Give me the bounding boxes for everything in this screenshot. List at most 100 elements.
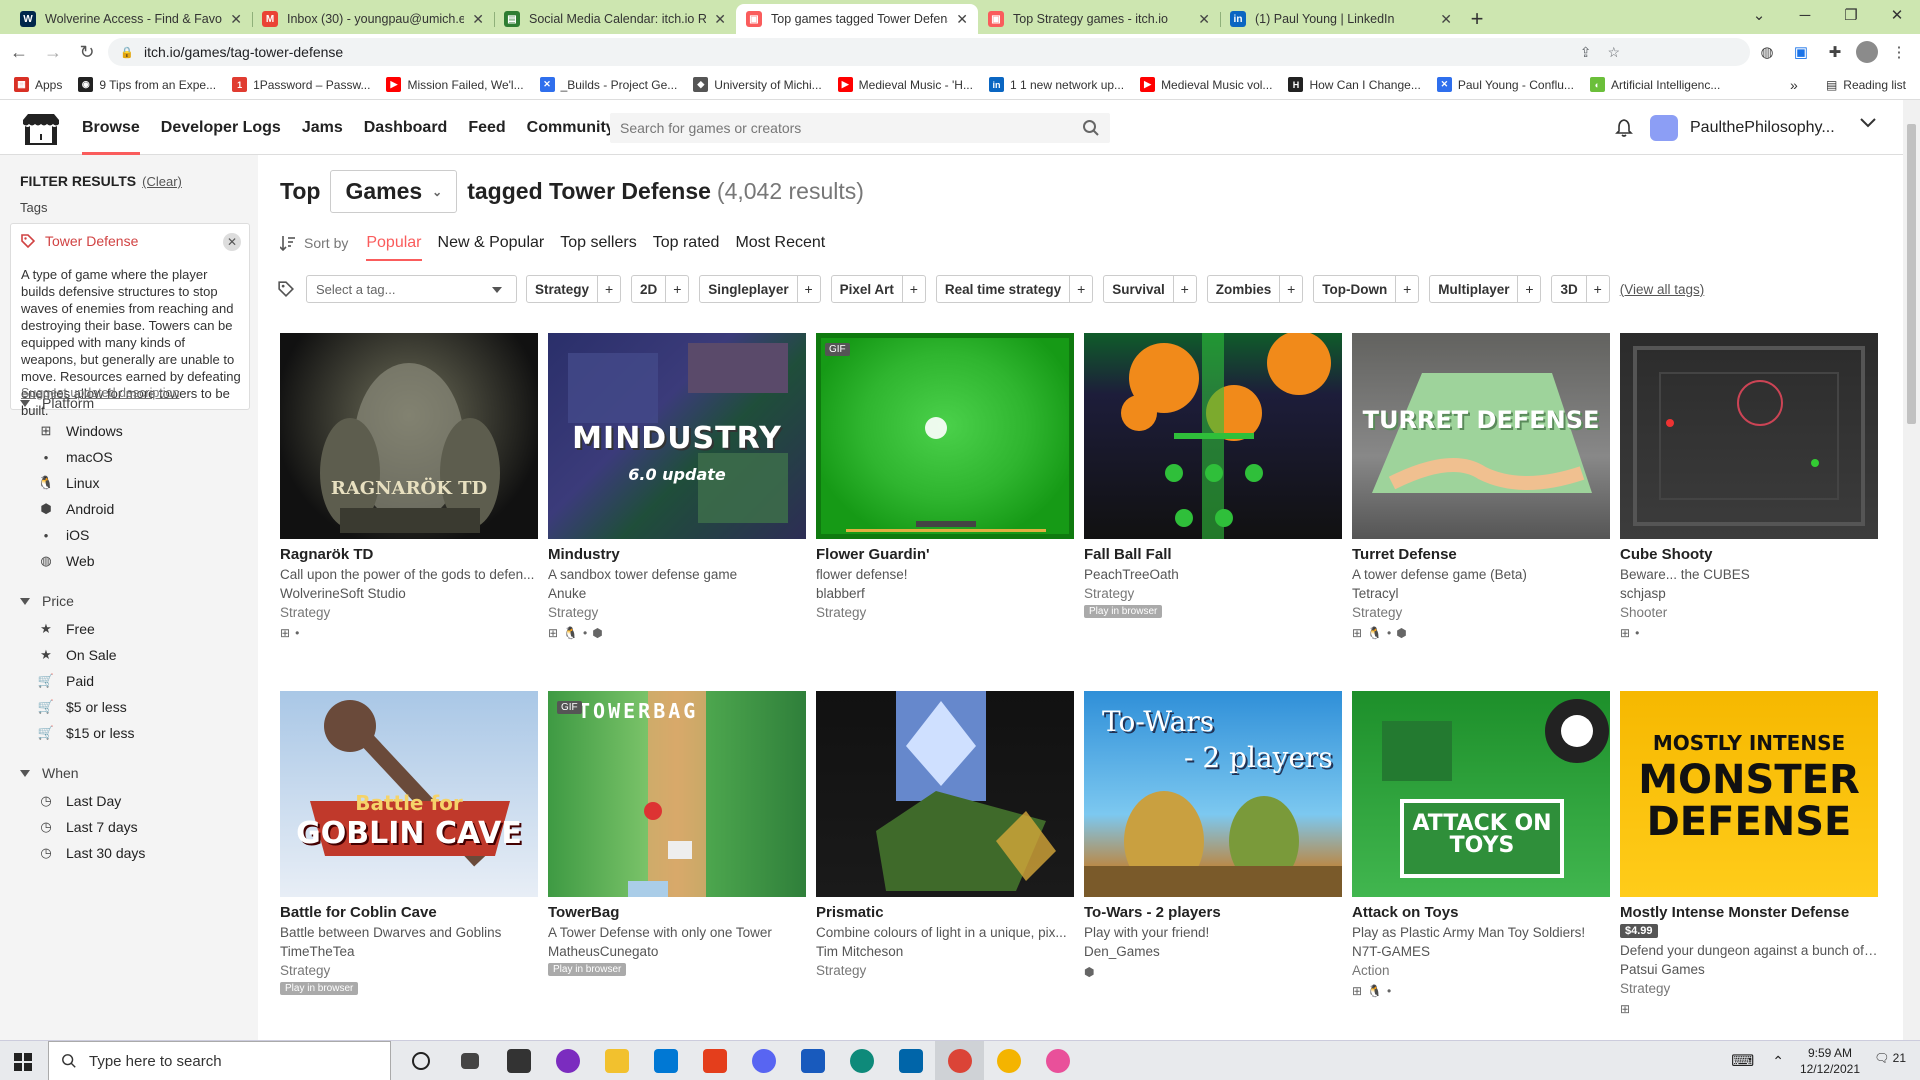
- close-window-button[interactable]: ✕: [1874, 0, 1920, 30]
- game-card[interactable]: Prismatic Combine colours of light in a u…: [816, 691, 1074, 978]
- mail-icon[interactable]: [641, 1041, 690, 1080]
- view-all-tags-link[interactable]: (View all tags): [1620, 282, 1705, 297]
- game-title[interactable]: Flower Guardin': [816, 546, 1074, 563]
- game-author[interactable]: Den_Games: [1084, 944, 1342, 959]
- close-tab-icon[interactable]: ✕: [230, 11, 242, 28]
- itchio-logo[interactable]: [20, 112, 62, 146]
- tag-pill-label[interactable]: Real time strategy: [937, 276, 1071, 302]
- tag-pill-label[interactable]: Top-Down: [1314, 276, 1397, 302]
- game-author[interactable]: blabberf: [816, 586, 1074, 601]
- bookmark-item[interactable]: ✕ _Builds - Project Ge...: [539, 77, 677, 92]
- add-tag-icon[interactable]: +: [1280, 276, 1302, 302]
- game-title[interactable]: TowerBag: [548, 904, 806, 921]
- chrome-icon[interactable]: [935, 1041, 984, 1080]
- new-tab-button[interactable]: +: [1462, 4, 1492, 34]
- game-card[interactable]: Cube Shooty Beware... the CUBES schjasp Sho…: [1620, 333, 1878, 640]
- filter-last-30-days[interactable]: ◷ Last 30 days: [38, 845, 145, 861]
- game-card[interactable]: To-Wars - 2 players To-Wars - 2 players Pla…: [1084, 691, 1342, 979]
- game-thumbnail[interactable]: [816, 691, 1074, 897]
- sort-option[interactable]: Top rated: [653, 230, 720, 256]
- profile-avatar[interactable]: [1856, 41, 1878, 63]
- vscode-icon[interactable]: [886, 1041, 935, 1080]
- game-title[interactable]: Attack on Toys: [1352, 904, 1610, 921]
- filter-web[interactable]: ◍ Web: [38, 553, 94, 569]
- game-author[interactable]: Tim Mitcheson: [816, 944, 1074, 959]
- browser-tab[interactable]: ▣ Top games tagged Tower Defens ✕: [736, 4, 978, 34]
- filter--15-or-less[interactable]: 🛒 $15 or less: [38, 725, 135, 741]
- close-tab-icon[interactable]: ✕: [1198, 11, 1210, 28]
- user-menu[interactable]: PaulthePhilosophy...: [1650, 115, 1835, 141]
- remove-tag-button[interactable]: ✕: [223, 233, 241, 251]
- tag-pill-label[interactable]: 2D: [632, 276, 667, 302]
- extension-icon[interactable]: ◍: [1756, 41, 1778, 63]
- add-tag-icon[interactable]: +: [1174, 276, 1196, 302]
- game-title[interactable]: Prismatic: [816, 904, 1074, 921]
- site-search-input[interactable]: Search for games or creators: [610, 113, 1110, 143]
- add-tag-icon[interactable]: +: [1396, 276, 1418, 302]
- page-scrollbar[interactable]: [1903, 100, 1920, 1040]
- add-tag-icon[interactable]: +: [798, 276, 820, 302]
- game-author[interactable]: N7T-GAMES: [1352, 944, 1610, 959]
- bookmark-item[interactable]: 1 1Password – Passw...: [232, 77, 370, 92]
- word-icon[interactable]: [788, 1041, 837, 1080]
- bookmark-item[interactable]: ▦ Apps: [14, 77, 62, 92]
- browser-tab[interactable]: M Inbox (30) - youngpau@umich.e ✕: [252, 4, 494, 34]
- office-icon[interactable]: [690, 1041, 739, 1080]
- games-dropdown[interactable]: Games ⌄: [330, 170, 458, 213]
- game-thumbnail[interactable]: TURRET DEFENSE: [1352, 333, 1610, 539]
- browser-tab[interactable]: in (1) Paul Young | LinkedIn ✕: [1220, 4, 1462, 34]
- game-card[interactable]: ATTACK ON TOYS Attack on Toys Play as Plas…: [1352, 691, 1610, 998]
- filter-android[interactable]: ⬢ Android: [38, 501, 114, 517]
- game-title[interactable]: Mindustry: [548, 546, 806, 563]
- add-tag-icon[interactable]: +: [903, 276, 925, 302]
- filter-paid[interactable]: 🛒 Paid: [38, 673, 94, 689]
- game-thumbnail[interactable]: MINDUSTRY 6.0 update: [548, 333, 806, 539]
- tag-pill-label[interactable]: Zombies: [1208, 276, 1281, 302]
- close-tab-icon[interactable]: ✕: [956, 11, 968, 28]
- game-thumbnail[interactable]: Battle for GOBLIN CAVE: [280, 691, 538, 897]
- clear-filters-link[interactable]: (Clear): [142, 174, 182, 189]
- sort-option[interactable]: Top sellers: [560, 230, 636, 256]
- share-icon[interactable]: ⇪: [1580, 44, 1592, 61]
- add-tag-icon[interactable]: +: [666, 276, 688, 302]
- game-author[interactable]: PeachTreeOath: [1084, 567, 1342, 582]
- close-tab-icon[interactable]: ✕: [1440, 11, 1452, 28]
- game-card[interactable]: Battle for GOBLIN CAVE Battle for Coblin C…: [280, 691, 538, 996]
- add-tag-icon[interactable]: +: [1070, 276, 1092, 302]
- filter-free[interactable]: ★ Free: [38, 621, 95, 637]
- task-view-icon[interactable]: [445, 1041, 494, 1080]
- tag-pill-label[interactable]: Multiplayer: [1430, 276, 1519, 302]
- game-title[interactable]: Ragnarök TD: [280, 546, 538, 563]
- nav-dashboard[interactable]: Dashboard: [364, 100, 448, 155]
- filter-ios[interactable]: • iOS: [38, 527, 90, 543]
- tag-pill-label[interactable]: Singleplayer: [700, 276, 798, 302]
- sort-option[interactable]: Most Recent: [735, 230, 825, 256]
- browser-tab[interactable]: W Wolverine Access - Find & Favori ✕: [10, 4, 252, 34]
- maximize-button[interactable]: ❐: [1828, 0, 1874, 30]
- filter-section-when[interactable]: When: [20, 765, 79, 781]
- nav-browse[interactable]: Browse: [82, 100, 140, 155]
- add-tag-icon[interactable]: +: [1518, 276, 1540, 302]
- tag-pill-label[interactable]: Strategy: [527, 276, 599, 302]
- game-thumbnail[interactable]: [1620, 333, 1878, 539]
- notification-center[interactable]: 🗨 21: [1874, 1051, 1906, 1065]
- tag-pill-label[interactable]: Pixel Art: [832, 276, 903, 302]
- cortana-icon[interactable]: [396, 1041, 445, 1080]
- game-author[interactable]: Anuke: [548, 586, 806, 601]
- filter-macos[interactable]: • macOS: [38, 449, 113, 465]
- game-author[interactable]: TimeTheTea: [280, 944, 538, 959]
- puzzle-icon[interactable]: ✚: [1824, 41, 1846, 63]
- game-card[interactable]: Fall Ball Fall PeachTreeOath Strategy Play …: [1084, 333, 1342, 619]
- windows-start-icon[interactable]: [14, 1053, 32, 1071]
- game-author[interactable]: WolverineSoft Studio: [280, 586, 538, 601]
- browser-tab[interactable]: ▣ Top Strategy games - itch.io ✕: [978, 4, 1220, 34]
- close-tab-icon[interactable]: ✕: [714, 11, 726, 28]
- browser-tab[interactable]: ▤ Social Media Calendar: itch.io Ra ✕: [494, 4, 736, 34]
- menu-dots-icon[interactable]: ⋮: [1888, 41, 1910, 63]
- game-title[interactable]: Turret Defense: [1352, 546, 1610, 563]
- bookmark-item[interactable]: H How Can I Change...: [1288, 77, 1421, 92]
- game-title[interactable]: Fall Ball Fall: [1084, 546, 1342, 563]
- more-bookmarks-button[interactable]: »: [1790, 77, 1798, 93]
- filter-windows[interactable]: ⊞ Windows: [38, 423, 123, 439]
- minimize-button[interactable]: ─: [1782, 0, 1828, 30]
